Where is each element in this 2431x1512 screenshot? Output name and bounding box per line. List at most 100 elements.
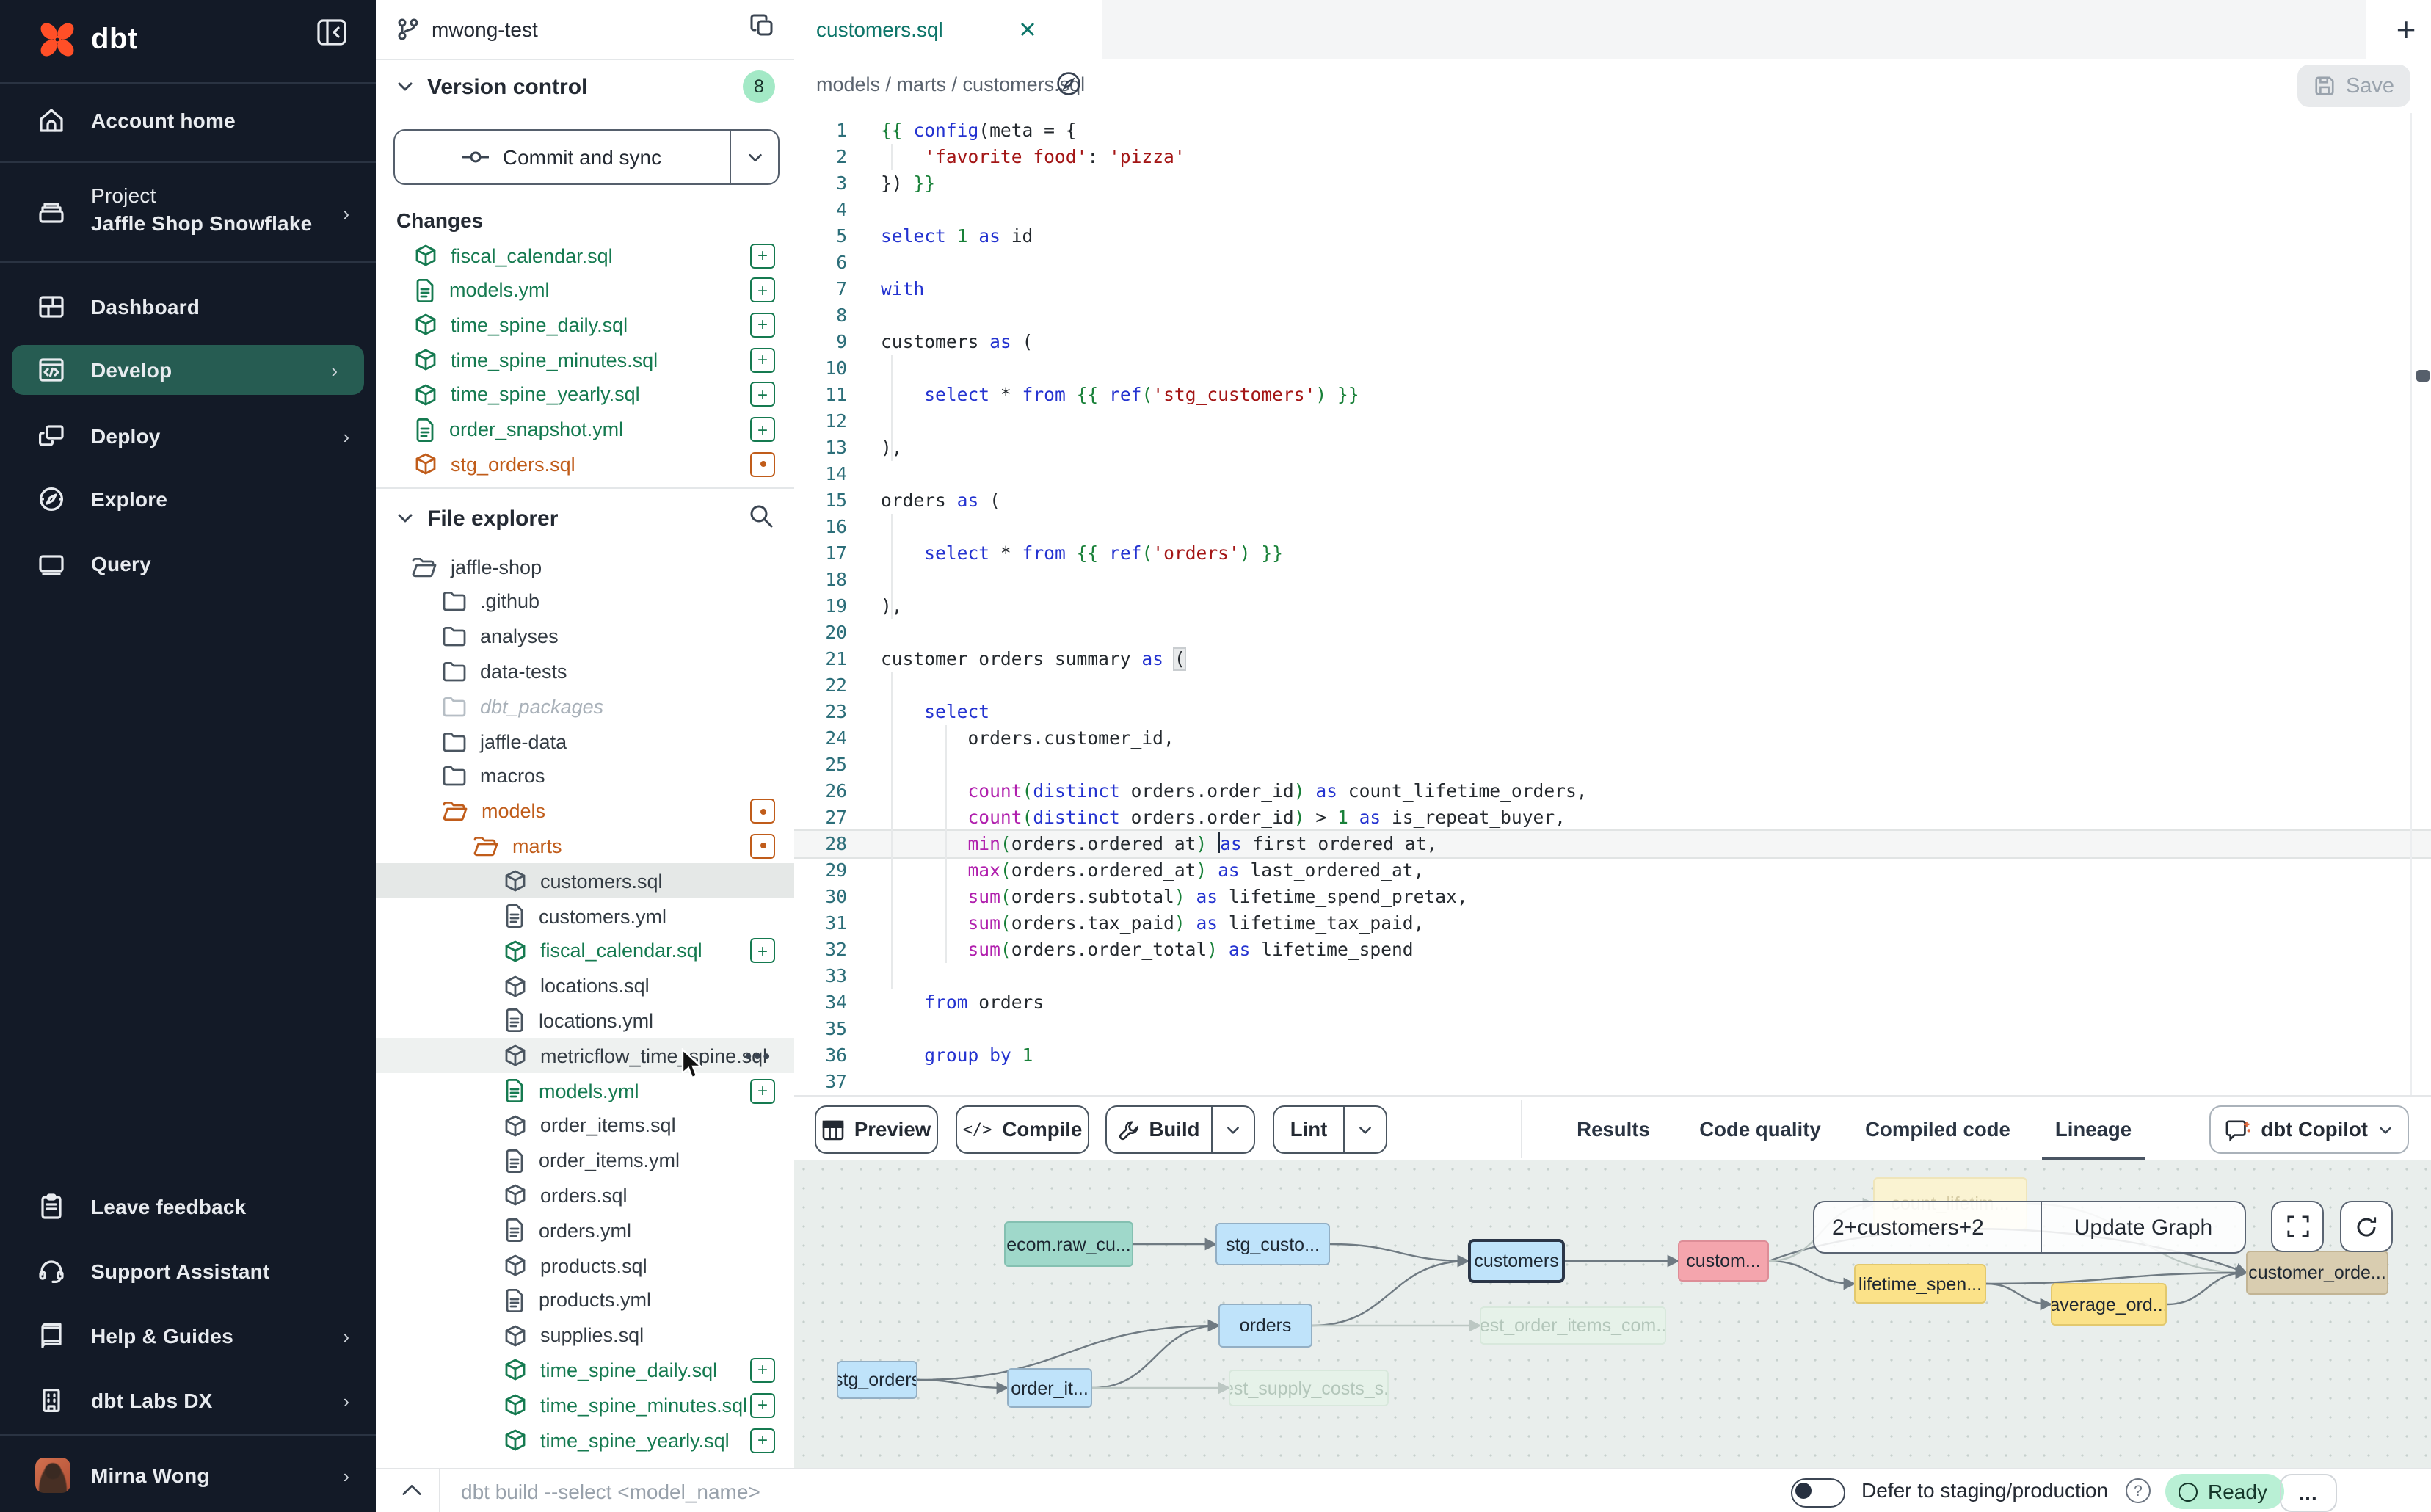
update-graph-button[interactable]: Update Graph [2042,1215,2245,1240]
code-line-30[interactable]: 30 sum(orders.subtotal) as lifetime_spen… [794,884,2431,910]
close-tab-icon[interactable] [1020,21,1037,38]
sidebar-item-project[interactable]: Project Jaffle Shop Snowflake› [0,173,376,252]
code-line-35[interactable]: 35 [794,1016,2431,1042]
stage-add-icon[interactable]: + [750,1428,775,1453]
change-row[interactable]: order_snapshot.yml+ [376,412,794,447]
tab-customers-sql[interactable]: customers.sql [794,0,1104,59]
stage-add-icon[interactable]: + [750,1392,775,1417]
tab-compiled-code[interactable]: Compiled code [1863,1097,2013,1161]
tree-item-jaffle-shop[interactable]: jaffle-shop [376,549,794,584]
code-line-1[interactable]: 1{{ config(meta = { [794,117,2431,144]
lineage-node-test_oi[interactable]: test_order_items_com... [1480,1306,1666,1345]
code-line-15[interactable]: 15orders as ( [794,487,2431,514]
lineage-node-orders[interactable]: orders [1218,1304,1312,1348]
code-line-28[interactable]: 28 min(orders.ordered_at) as first_order… [794,831,2431,857]
tree-item-macros[interactable]: macros [376,759,794,794]
stage-add-icon[interactable]: + [750,277,775,302]
code-line-5[interactable]: 5select 1 as id [794,223,2431,250]
tree-item-customers-yml[interactable]: customers.yml [376,898,794,934]
code-line-36[interactable]: 36 group by 1 [794,1042,2431,1069]
search-files-icon[interactable] [749,504,774,533]
expand-command-bar-icon[interactable] [396,1475,426,1505]
lineage-node-order_it[interactable]: order_it... [1007,1368,1092,1408]
code-line-25[interactable]: 25 [794,752,2431,778]
stage-add-icon[interactable]: + [750,1358,775,1383]
build-button[interactable]: Build [1105,1105,1255,1154]
code-line-32[interactable]: 32 sum(orders.order_total) as lifetime_s… [794,937,2431,963]
refresh-button[interactable] [2340,1201,2393,1252]
editor-scrollbar-thumb[interactable] [2416,370,2430,382]
sidebar-item-develop[interactable]: Develop› [12,345,364,395]
lineage-node-custom[interactable]: custom... [1678,1240,1769,1282]
dbt-copilot-button[interactable]: dbt Copilot [2209,1105,2409,1154]
tree-item-locations-sql[interactable]: locations.sql [376,968,794,1003]
code-line-3[interactable]: 3}) }} [794,170,2431,197]
code-line-31[interactable]: 31 sum(orders.tax_paid) as lifetime_tax_… [794,910,2431,937]
tree-item-dbt-packages[interactable]: dbt_packages [376,688,794,724]
tree-item-models[interactable]: models [376,793,794,829]
code-line-10[interactable]: 10 [794,355,2431,382]
code-line-18[interactable]: 18 [794,567,2431,593]
code-line-27[interactable]: 27 count(distinct orders.order_id) > 1 a… [794,804,2431,831]
stage-add-icon[interactable]: + [750,243,775,268]
sidebar-item-deploy[interactable]: Deploy› [0,407,376,465]
stage-add-icon[interactable]: + [750,382,775,407]
code-line-14[interactable]: 14 [794,461,2431,487]
build-dropdown[interactable] [1211,1107,1254,1152]
code-line-20[interactable]: 20 [794,619,2431,646]
lineage-node-stg_orders[interactable]: stg_orders [837,1361,917,1399]
tree-item-order-items-yml[interactable]: order_items.yml [376,1143,794,1178]
lint-button[interactable]: Lint [1273,1105,1387,1154]
stage-add-icon[interactable]: + [750,417,775,442]
tree-item-jaffle-data[interactable]: jaffle-data [376,724,794,759]
row-menu-icon[interactable]: ••• [745,1044,772,1066]
tree-item-orders-yml[interactable]: orders.yml [376,1213,794,1248]
stage-add-icon[interactable]: + [750,347,775,372]
sidebar-item-support-assistant[interactable]: Support Assistant [0,1242,376,1301]
lineage-node-customers[interactable]: customers [1468,1239,1565,1283]
code-line-4[interactable]: 4 [794,197,2431,223]
code-line-29[interactable]: 29 max(orders.ordered_at) as last_ordere… [794,857,2431,884]
code-line-34[interactable]: 34 from orders [794,989,2431,1016]
change-row[interactable]: models.yml+ [376,272,794,308]
lineage-node-lifetime[interactable]: lifetime_spen... [1854,1264,1986,1304]
lineage-node-stg_custo[interactable]: stg_custo... [1216,1223,1330,1265]
tree-item-metricflow-time-spine-sql[interactable]: metricflow_time_spine.sql••• [376,1038,794,1073]
stage-add-icon[interactable]: + [750,1078,775,1103]
sidebar-item-dashboard[interactable]: Dashboard [0,277,376,336]
file-explorer-header[interactable]: File explorer [396,499,558,537]
code-line-22[interactable]: 22 [794,672,2431,699]
new-tab-button[interactable]: + [2381,9,2431,50]
change-row[interactable]: time_spine_minutes.sql+ [376,342,794,377]
tree-item-fiscal-calendar-sql[interactable]: fiscal_calendar.sql+ [376,934,794,969]
stage-add-icon[interactable]: + [750,313,775,338]
tree-item-models-yml[interactable]: models.yml+ [376,1073,794,1108]
lineage-node-test_sc[interactable]: test_supply_costs_s... [1229,1370,1389,1406]
compile-button[interactable]: </> Compile [956,1105,1089,1154]
defer-toggle[interactable] [1791,1478,1845,1508]
change-row[interactable]: time_spine_yearly.sql+ [376,377,794,412]
sidebar-item-query[interactable]: Query [0,534,376,593]
tab-results[interactable]: Results [1569,1097,1657,1161]
code-line-8[interactable]: 8 [794,302,2431,329]
collapse-sidebar-icon[interactable] [317,19,346,50]
lint-dropdown[interactable] [1343,1107,1386,1152]
lineage-node-cust_orde[interactable]: customer_orde... [2246,1251,2388,1295]
tree-item-time-spine-minutes-sql[interactable]: time_spine_minutes.sql+ [376,1387,794,1422]
tree-item-orders-sql[interactable]: orders.sql [376,1178,794,1213]
tab-code-quality[interactable]: Code quality [1693,1097,1828,1161]
tree-item-customers-sql[interactable]: customers.sql [376,863,794,898]
code-line-33[interactable]: 33 [794,963,2431,989]
code-line-12[interactable]: 12 [794,408,2431,435]
code-line-11[interactable]: 11 select * from {{ ref('stg_customers')… [794,382,2431,408]
help-circle-icon[interactable]: ? [2126,1478,2151,1503]
sidebar-item-dbt-labs-dx[interactable]: dbt Labs DX› [0,1371,376,1430]
tree-item-products-sql[interactable]: products.sql [376,1248,794,1283]
save-button[interactable]: Save [2297,65,2410,107]
tab-lineage[interactable]: Lineage [2048,1097,2139,1161]
code-line-37[interactable]: 37 [794,1069,2431,1095]
stage-add-icon[interactable]: + [750,939,775,964]
tree-item-data-tests[interactable]: data-tests [376,654,794,689]
sidebar-item-account-home[interactable]: Account home [0,91,376,150]
tree-item-supplies-sql[interactable]: supplies.sql [376,1317,794,1353]
